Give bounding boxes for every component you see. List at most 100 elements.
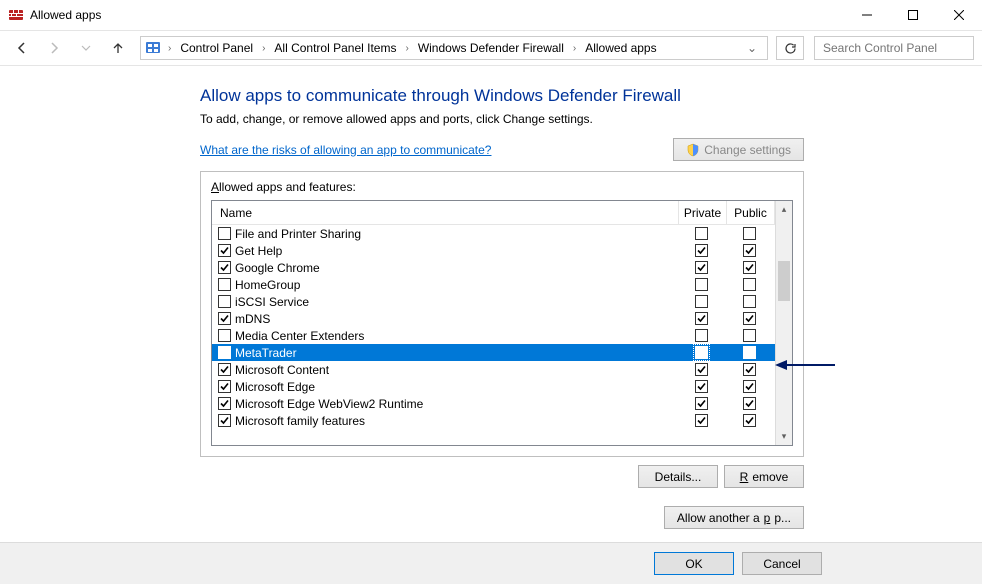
public-checkbox[interactable] [743, 312, 756, 325]
public-checkbox[interactable] [743, 380, 756, 393]
breadcrumb[interactable]: › Control Panel › All Control Panel Item… [140, 36, 768, 60]
table-row[interactable]: File and Printer Sharing [212, 225, 775, 242]
allowed-apps-group: Allowed apps and features: Name Private … [200, 171, 804, 457]
app-name: HomeGroup [235, 278, 679, 292]
table-row[interactable]: HomeGroup [212, 276, 775, 293]
public-checkbox[interactable] [743, 295, 756, 308]
breadcrumb-item[interactable]: Control Panel [176, 39, 257, 57]
table-row[interactable]: MetaTrader [212, 344, 775, 361]
search-input[interactable] [814, 36, 974, 60]
private-checkbox[interactable] [695, 227, 708, 240]
public-checkbox[interactable] [743, 397, 756, 410]
minimize-button[interactable] [844, 0, 890, 30]
ok-button[interactable]: OK [654, 552, 734, 575]
public-checkbox[interactable] [743, 329, 756, 342]
close-button[interactable] [936, 0, 982, 30]
private-checkbox[interactable] [695, 244, 708, 257]
recent-button[interactable] [72, 34, 100, 62]
scroll-thumb[interactable] [778, 261, 790, 301]
col-public[interactable]: Public [727, 201, 775, 224]
refresh-button[interactable] [776, 36, 804, 60]
private-checkbox[interactable] [695, 278, 708, 291]
app-name: File and Printer Sharing [235, 227, 679, 241]
enable-checkbox[interactable] [218, 414, 231, 427]
table-row[interactable]: Media Center Extenders [212, 327, 775, 344]
group-label: Allowed apps and features: [211, 180, 793, 194]
up-button[interactable] [104, 34, 132, 62]
public-checkbox[interactable] [743, 244, 756, 257]
page-subtext: To add, change, or remove allowed apps a… [200, 112, 982, 126]
enable-checkbox[interactable] [218, 312, 231, 325]
enable-checkbox[interactable] [218, 278, 231, 291]
private-checkbox[interactable] [695, 380, 708, 393]
enable-checkbox[interactable] [218, 363, 231, 376]
control-panel-icon [145, 40, 161, 56]
table-row[interactable]: Get Help [212, 242, 775, 259]
private-checkbox[interactable] [695, 363, 708, 376]
annotation-arrow-icon [775, 358, 835, 372]
main-content: Allow apps to communicate through Window… [0, 66, 982, 529]
window-title: Allowed apps [30, 8, 844, 22]
scrollbar[interactable]: ▴ ▾ [775, 201, 792, 445]
enable-checkbox[interactable] [218, 329, 231, 342]
change-settings-label: Change settings [704, 143, 791, 157]
table-row[interactable]: Microsoft family features [212, 412, 775, 429]
col-name[interactable]: Name [212, 201, 679, 224]
forward-button[interactable] [40, 34, 68, 62]
public-checkbox[interactable] [743, 278, 756, 291]
remove-button[interactable]: Remove [724, 465, 804, 488]
maximize-button[interactable] [890, 0, 936, 30]
enable-checkbox[interactable] [218, 397, 231, 410]
enable-checkbox[interactable] [218, 227, 231, 240]
enable-checkbox[interactable] [218, 346, 231, 359]
table-row[interactable]: Microsoft Content [212, 361, 775, 378]
public-checkbox[interactable] [743, 227, 756, 240]
enable-checkbox[interactable] [218, 380, 231, 393]
chevron-right-icon: › [402, 43, 411, 54]
details-button[interactable]: Details... [638, 465, 718, 488]
public-checkbox[interactable] [743, 346, 756, 359]
table-row[interactable]: Google Chrome [212, 259, 775, 276]
app-name: Media Center Extenders [235, 329, 679, 343]
change-settings-button[interactable]: Change settings [673, 138, 804, 161]
risk-link[interactable]: What are the risks of allowing an app to… [200, 143, 491, 157]
table-row[interactable]: mDNS [212, 310, 775, 327]
app-name: Microsoft Edge [235, 380, 679, 394]
app-name: iSCSI Service [235, 295, 679, 309]
app-name: MetaTrader [235, 346, 679, 360]
table-row[interactable]: Microsoft Edge WebView2 Runtime [212, 395, 775, 412]
breadcrumb-item[interactable]: All Control Panel Items [270, 39, 400, 57]
scroll-down-icon[interactable]: ▾ [776, 428, 792, 445]
back-button[interactable] [8, 34, 36, 62]
enable-checkbox[interactable] [218, 261, 231, 274]
public-checkbox[interactable] [743, 363, 756, 376]
allow-another-app-button[interactable]: Allow another app... [664, 506, 804, 529]
private-checkbox[interactable] [695, 312, 708, 325]
list-header: Name Private Public [212, 201, 775, 225]
chevron-right-icon: › [259, 43, 268, 54]
enable-checkbox[interactable] [218, 244, 231, 257]
private-checkbox[interactable] [695, 346, 708, 359]
window-controls [844, 0, 982, 30]
private-checkbox[interactable] [695, 397, 708, 410]
private-checkbox[interactable] [695, 414, 708, 427]
app-name: Microsoft Edge WebView2 Runtime [235, 397, 679, 411]
table-row[interactable]: Microsoft Edge [212, 378, 775, 395]
table-row[interactable]: iSCSI Service [212, 293, 775, 310]
public-checkbox[interactable] [743, 414, 756, 427]
col-private[interactable]: Private [679, 201, 727, 224]
cancel-button[interactable]: Cancel [742, 552, 822, 575]
chevron-down-icon[interactable]: ⌄ [741, 41, 763, 55]
breadcrumb-item[interactable]: Allowed apps [581, 39, 660, 57]
breadcrumb-item[interactable]: Windows Defender Firewall [414, 39, 568, 57]
private-checkbox[interactable] [695, 329, 708, 342]
chevron-right-icon: › [570, 43, 579, 54]
enable-checkbox[interactable] [218, 295, 231, 308]
private-checkbox[interactable] [695, 261, 708, 274]
search-field[interactable] [821, 40, 980, 56]
scroll-up-icon[interactable]: ▴ [776, 201, 792, 218]
shield-icon [686, 143, 700, 157]
app-name: Microsoft Content [235, 363, 679, 377]
public-checkbox[interactable] [743, 261, 756, 274]
private-checkbox[interactable] [695, 295, 708, 308]
